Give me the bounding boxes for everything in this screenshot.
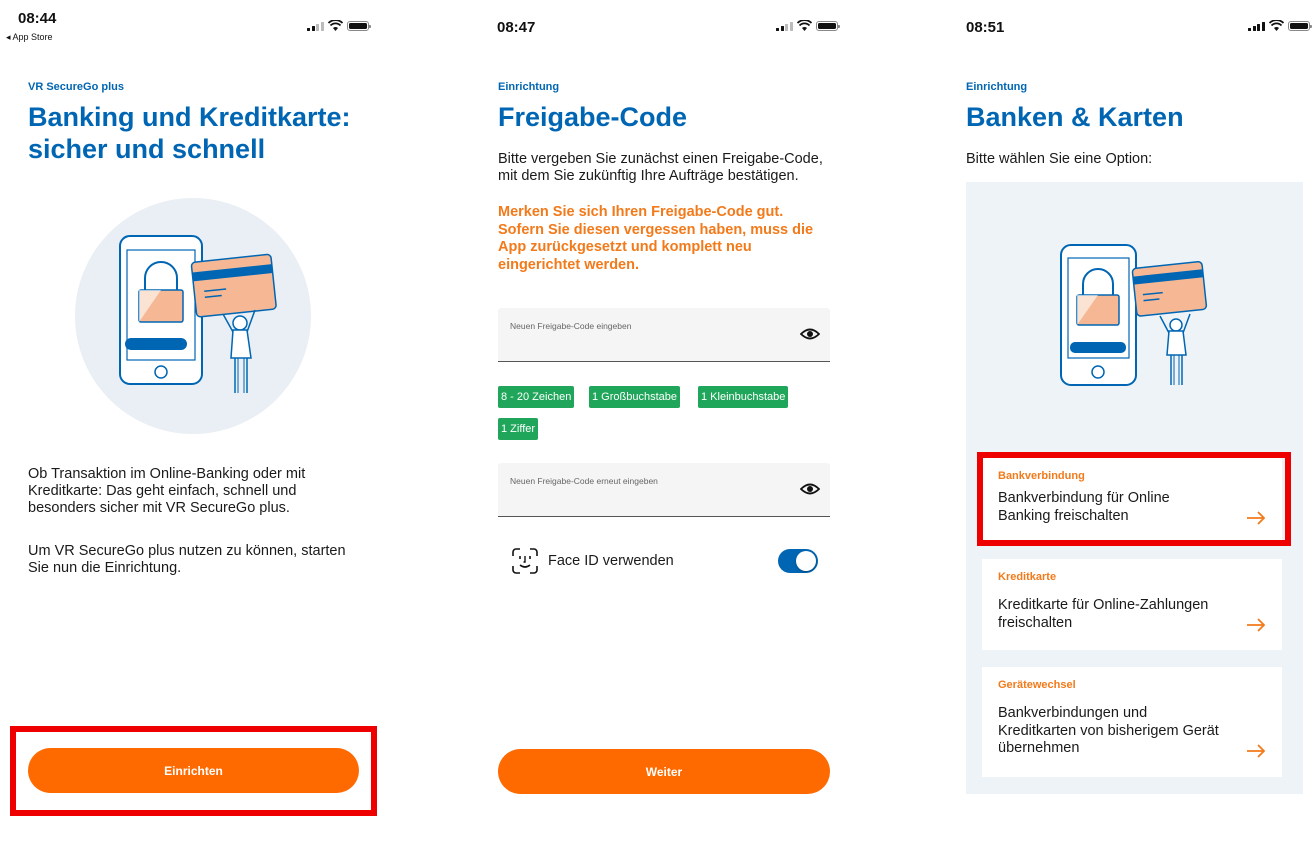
back-to-app-store-link[interactable]: ◂ App Store xyxy=(6,32,53,43)
option-description: Bankverbindungen und Kreditkarten von bi… xyxy=(998,705,1219,756)
page-title: Freigabe-Code xyxy=(498,102,688,132)
new-code-field-label: Neuen Freigabe-Code eingeben xyxy=(510,321,632,331)
battery-icon xyxy=(815,20,840,31)
rule-chip-digit: 1 Ziffer xyxy=(498,418,539,440)
option-eyebrow: Gerätewechsel xyxy=(998,679,1076,691)
phone-card-illustration xyxy=(75,198,311,434)
eye-icon[interactable] xyxy=(800,327,820,341)
signal-icon xyxy=(1248,21,1265,31)
option-eyebrow: Kreditkarte xyxy=(998,571,1057,583)
signal-icon xyxy=(776,21,793,31)
prompt-text: Bitte wählen Sie eine Option: xyxy=(966,151,1153,167)
wifi-icon xyxy=(796,20,812,31)
screen-freigabe-code: 08:47 Einrichtung Freigabe-Code Bitte ve… xyxy=(470,0,850,843)
wifi-icon xyxy=(1268,20,1284,31)
eye-icon[interactable] xyxy=(800,482,820,496)
description-paragraph-2: Um VR SecureGo plus nutzen zu können, st… xyxy=(28,543,346,576)
status-icons xyxy=(776,20,840,31)
faceid-label: Face ID verwenden xyxy=(548,553,674,569)
section-eyebrow: Einrichtung xyxy=(498,81,560,93)
page-title: Banken & Karten xyxy=(966,102,1184,132)
highlight-box-bankverbindung xyxy=(977,452,1291,546)
arrow-right-icon xyxy=(1247,744,1266,758)
rule-chip-length: 8 - 20 Zeichen xyxy=(498,386,575,408)
weiter-button[interactable]: Weiter xyxy=(498,749,830,794)
section-eyebrow: Einrichtung xyxy=(966,81,1028,93)
faceid-toggle[interactable] xyxy=(778,549,818,573)
repeat-code-field-label: Neuen Freigabe-Code erneut eingeben xyxy=(510,476,658,486)
battery-icon xyxy=(346,20,371,31)
app-name-eyebrow: VR SecureGo plus xyxy=(28,81,124,93)
phone-card-illustration xyxy=(1060,244,1208,386)
new-code-field[interactable]: Neuen Freigabe-Code eingeben xyxy=(498,308,830,362)
repeat-code-field[interactable]: Neuen Freigabe-Code erneut eingeben xyxy=(498,463,830,517)
face-id-icon xyxy=(512,548,538,574)
wifi-icon xyxy=(327,20,343,31)
screen-welcome: 08:44 ◂ App Store VR SecureGo plus Banki… xyxy=(0,0,390,843)
screen-banken-karten: 08:51 Einrichtung Banken & Karten Bitte … xyxy=(940,0,1313,843)
option-kreditkarte[interactable]: Kreditkarte Kreditkarte für Online-Zahlu… xyxy=(982,559,1282,650)
description-paragraph-1: Ob Transaktion im Online-Banking oder mi… xyxy=(28,466,306,516)
status-time: 08:51 xyxy=(966,19,1005,36)
option-geraetewechsel[interactable]: Gerätewechsel Bankverbindungen und Kredi… xyxy=(982,667,1282,777)
intro-text: Bitte vergeben Sie zunächst einen Freiga… xyxy=(498,151,823,184)
status-icons xyxy=(1248,20,1312,31)
signal-icon xyxy=(307,21,324,31)
rule-chip-uppercase: 1 Großbuchstabe xyxy=(589,386,680,408)
warning-text: Merken Sie sich Ihren Freigabe-Code gut.… xyxy=(498,204,814,273)
page-title: Banking und Kreditkarte: sicher und schn… xyxy=(28,102,351,164)
status-time: 08:47 xyxy=(497,19,536,36)
battery-icon xyxy=(1287,20,1312,31)
highlight-box-einrichten xyxy=(10,726,377,816)
faceid-row: Face ID verwenden xyxy=(512,548,674,574)
arrow-right-icon xyxy=(1247,618,1266,632)
status-time: 08:44 xyxy=(18,10,57,27)
rule-chip-lowercase: 1 Kleinbuchstabe xyxy=(698,386,789,408)
status-icons xyxy=(307,20,371,31)
option-description: Kreditkarte für Online-Zahlungen freisch… xyxy=(998,597,1209,631)
